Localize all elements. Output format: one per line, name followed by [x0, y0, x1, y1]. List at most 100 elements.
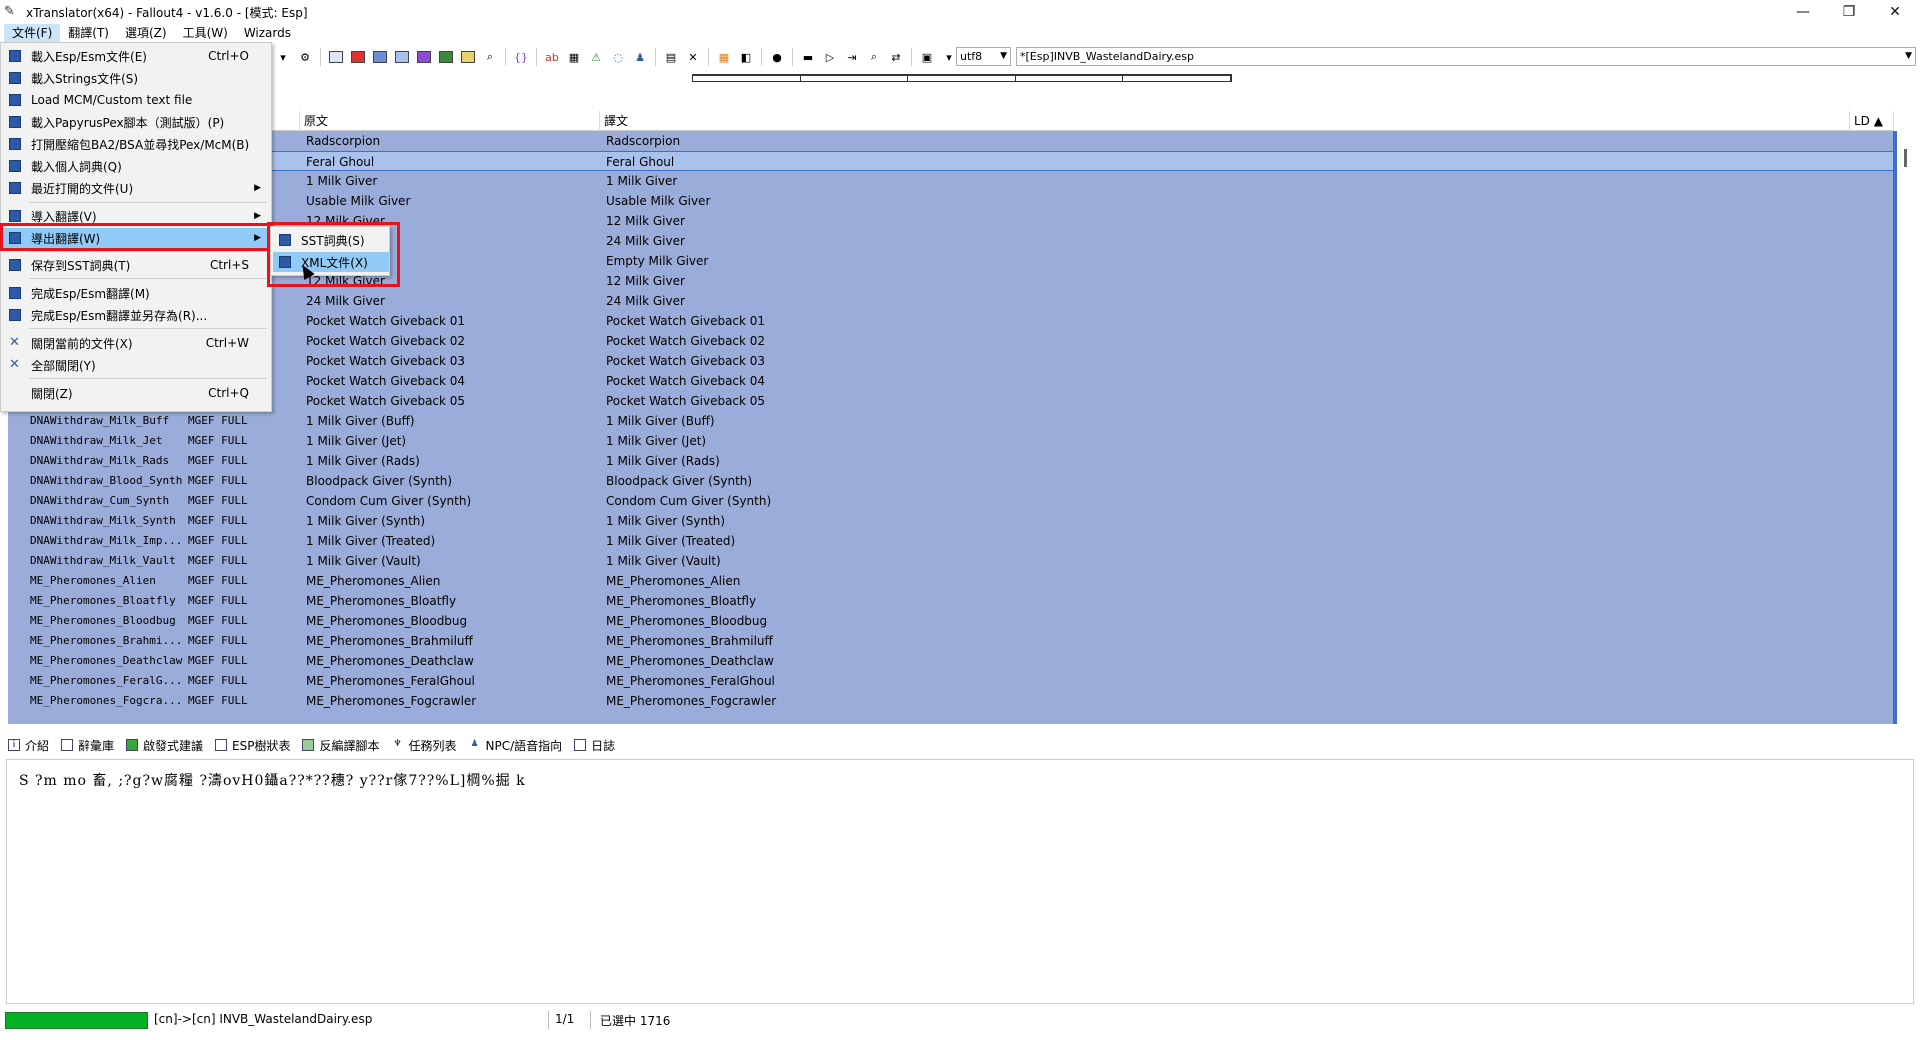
green-view-icon[interactable]: [436, 48, 456, 66]
menu-exit[interactable]: 關閉(Z) Ctrl+Q: [3, 383, 269, 403]
table-row[interactable]: Pocket Watch Giveback 05 Pocket Watch Giv…: [8, 391, 1894, 411]
comment-icon[interactable]: ◌: [608, 48, 628, 66]
lightblue-view-icon[interactable]: [392, 48, 412, 66]
header-source[interactable]: 原文: [300, 111, 600, 131]
tab-quest-list[interactable]: ♆ 任務列表: [392, 737, 456, 754]
grid-icon[interactable]: ▤: [661, 48, 681, 66]
tab-log[interactable]: 日誌: [574, 737, 615, 754]
menu-load-mcm[interactable]: Load MCM/Custom text file: [3, 90, 269, 110]
menu-load-esp[interactable]: 載入Esp/Esm文件(E) Ctrl+O: [3, 46, 269, 66]
row-translation: 12 Milk Giver: [606, 274, 685, 288]
table-row[interactable]: Pocket Watch Giveback 01 Pocket Watch Giv…: [8, 311, 1894, 331]
menu-load-papyrus[interactable]: 載入PapyrusPex腳本（測試版）(P): [3, 112, 269, 132]
header-ld[interactable]: LD ▲: [1850, 111, 1894, 131]
table-row[interactable]: ME_Pheromones_Bloodbug MGEF FULL ME_Pherom…: [8, 611, 1894, 631]
stamp-icon[interactable]: ▬: [798, 48, 818, 66]
table-icon[interactable]: ▦: [564, 48, 584, 66]
settings-gear-icon[interactable]: ⚙: [295, 48, 315, 66]
table-row[interactable]: Feral Ghoul Feral Ghoul: [8, 151, 1894, 171]
chevron-down-icon: ▼: [1905, 51, 1912, 61]
minimize-button[interactable]: —: [1780, 0, 1826, 24]
menu-load-dictionary[interactable]: 載入個人詞典(Q): [3, 156, 269, 176]
table-row[interactable]: Radscorpion Radscorpion: [8, 131, 1894, 151]
table-row[interactable]: ME_Pheromones_Bloatfly MGEF FULL ME_Pherom…: [8, 591, 1894, 611]
row-source: ME_Pheromones_FeralGhoul: [306, 674, 475, 688]
tab-heuristic[interactable]: 啟發式建議: [126, 737, 203, 754]
menu-recent-files[interactable]: 最近打開的文件(U) ▶: [3, 178, 269, 198]
menu-tools[interactable]: 工具(W): [175, 24, 236, 42]
table-row[interactable]: ME_Pheromones_Deathclaw MGEF FULL ME_Phero…: [8, 651, 1894, 671]
export-icon[interactable]: ⇥: [842, 48, 862, 66]
encoding-select[interactable]: utf8 ▼: [956, 47, 1011, 66]
table-row[interactable]: Pocket Watch Giveback 02 Pocket Watch Giv…: [8, 331, 1894, 351]
close-x-icon[interactable]: ✕: [683, 48, 703, 66]
tab-decompile[interactable]: 反編譯腳本: [302, 737, 380, 754]
file-select[interactable]: *[Esp]INVB_WastelandDairy.esp ▼: [1016, 47, 1916, 66]
row-id: DNAWithdraw_Blood_Synth: [30, 474, 183, 487]
table-row[interactable]: DNAWithdraw_Milk_Rads MGEF FULL 1 Milk Giv…: [8, 451, 1894, 471]
row-translation: 24 Milk Giver: [606, 234, 685, 248]
header-ld-label: LD: [1854, 114, 1870, 128]
red-view-icon[interactable]: [348, 48, 368, 66]
split-view-icon[interactable]: ◧: [736, 48, 756, 66]
row-type: MGEF FULL: [188, 694, 248, 707]
search-icon[interactable]: ⌕: [480, 48, 500, 66]
user-icon[interactable]: ♟: [630, 48, 650, 66]
menu-options[interactable]: 選項(Z): [117, 24, 175, 42]
table-row[interactable]: DNAWithdraw_Milk_Imp... MGEF FULL 1 Milk G…: [8, 531, 1894, 551]
menu-open-archive[interactable]: 打開壓縮包BA2/BSA並尋找Pex/McM(B): [3, 134, 269, 154]
dropdown-arrow-icon[interactable]: ▾: [273, 48, 293, 66]
table-row[interactable]: ME_Pheromones_Alien MGEF FULL ME_Pheromone…: [8, 571, 1894, 591]
tab-intro[interactable]: i 介紹: [8, 737, 49, 754]
blue-view-icon[interactable]: [370, 48, 390, 66]
zoom-icon[interactable]: ⌕: [864, 48, 884, 66]
window-icon[interactable]: ▣: [917, 48, 937, 66]
table-row[interactable]: 24 Milk Giver 24 Milk Giver: [8, 291, 1894, 311]
table-row[interactable]: 1 Milk Giver 1 Milk Giver: [8, 171, 1894, 191]
table-row[interactable]: ME_Pheromones_Fogcra... MGEF FULL ME_Phero…: [8, 691, 1894, 711]
row-type: MGEF FULL: [188, 434, 248, 447]
text-panel[interactable]: S ?m mo 畜, ;?g?w腐糧 ?濤ovH0鑷a??*??穗? y??r傢…: [6, 759, 1914, 1004]
menu-save-sst[interactable]: 保存到SST詞典(T) Ctrl+S: [3, 255, 269, 275]
menu-load-strings[interactable]: 載入Strings文件(S): [3, 68, 269, 88]
menu-close-current[interactable]: ✕ 關閉當前的文件(X) Ctrl+W: [3, 333, 269, 353]
table-row[interactable]: DNAWithdraw_Blood_Synth MGEF FULL Bloodpac…: [8, 471, 1894, 491]
purple-view-icon[interactable]: [414, 48, 434, 66]
table-row[interactable]: DNAWithdraw_Milk_Vault MGEF FULL 1 Milk Gi…: [8, 551, 1894, 571]
spellcheck-icon[interactable]: ab: [542, 48, 562, 66]
list-view-icon[interactable]: [326, 48, 346, 66]
row-type: MGEF FULL: [188, 494, 248, 507]
tab-esp-tree[interactable]: ESP樹狀表: [215, 737, 290, 754]
bulb-icon[interactable]: ●: [767, 48, 787, 66]
menu-finalize-esp[interactable]: 完成Esp/Esm翻譯(M): [3, 283, 269, 303]
menu-finalize-save-as[interactable]: 完成Esp/Esm翻譯並另存為(R)...: [3, 305, 269, 325]
table-row[interactable]: DNAWithdraw_Cum_Synth MGEF FULL Condom Cum…: [8, 491, 1894, 511]
menu-close-all[interactable]: ✕ 全部關閉(Y): [3, 355, 269, 375]
table-row[interactable]: DNAWithdraw_Milk_Synth MGEF FULL 1 Milk Gi…: [8, 511, 1894, 531]
table-row[interactable]: Pocket Watch Giveback 03 Pocket Watch Giv…: [8, 351, 1894, 371]
warning-icon[interactable]: ⚠: [586, 48, 606, 66]
forward-icon[interactable]: ▷: [820, 48, 840, 66]
table-row[interactable]: ME_Pheromones_Brahmi... MGEF FULL ME_Phero…: [8, 631, 1894, 651]
table-row[interactable]: DNAWithdraw_Milk_Jet MGEF FULL 1 Milk Give…: [8, 431, 1894, 451]
row-type: MGEF FULL: [188, 634, 248, 647]
scroll-thumb[interactable]: [1904, 149, 1907, 167]
maximize-button[interactable]: ❐: [1826, 0, 1872, 24]
text-panel-content: S ?m mo 畜, ;?g?w腐糧 ?濤ovH0鑷a??*??穗? y??r傢…: [19, 773, 526, 789]
menu-wizards[interactable]: Wizards: [236, 24, 299, 42]
tab-vocabulary[interactable]: 辭彙庫: [61, 737, 114, 754]
header-translation[interactable]: 譯文: [600, 111, 1850, 131]
table-row[interactable]: Usable Milk Giver Usable Milk Giver: [8, 191, 1894, 211]
table-row[interactable]: Pocket Watch Giveback 04 Pocket Watch Giv…: [8, 371, 1894, 391]
menu-file[interactable]: 文件(F): [4, 24, 61, 42]
table-row[interactable]: ME_Pheromones_FeralG... MGEF FULL ME_Phero…: [8, 671, 1894, 691]
orange-grid-icon[interactable]: ▦: [714, 48, 734, 66]
menu-translate[interactable]: 翻譯(T): [60, 24, 117, 42]
yellow-view-icon[interactable]: [458, 48, 478, 66]
tab-npc-voice[interactable]: ♟ NPC/語音指向: [469, 737, 562, 754]
table-row[interactable]: DNAWithdraw_Milk_Buff MGEF FULL 1 Milk Giv…: [8, 411, 1894, 431]
brackets-icon[interactable]: {}: [511, 48, 531, 66]
close-button[interactable]: ✕: [1872, 0, 1918, 24]
link-icon[interactable]: ⇄: [886, 48, 906, 66]
vertical-scrollbar[interactable]: [1897, 111, 1914, 724]
